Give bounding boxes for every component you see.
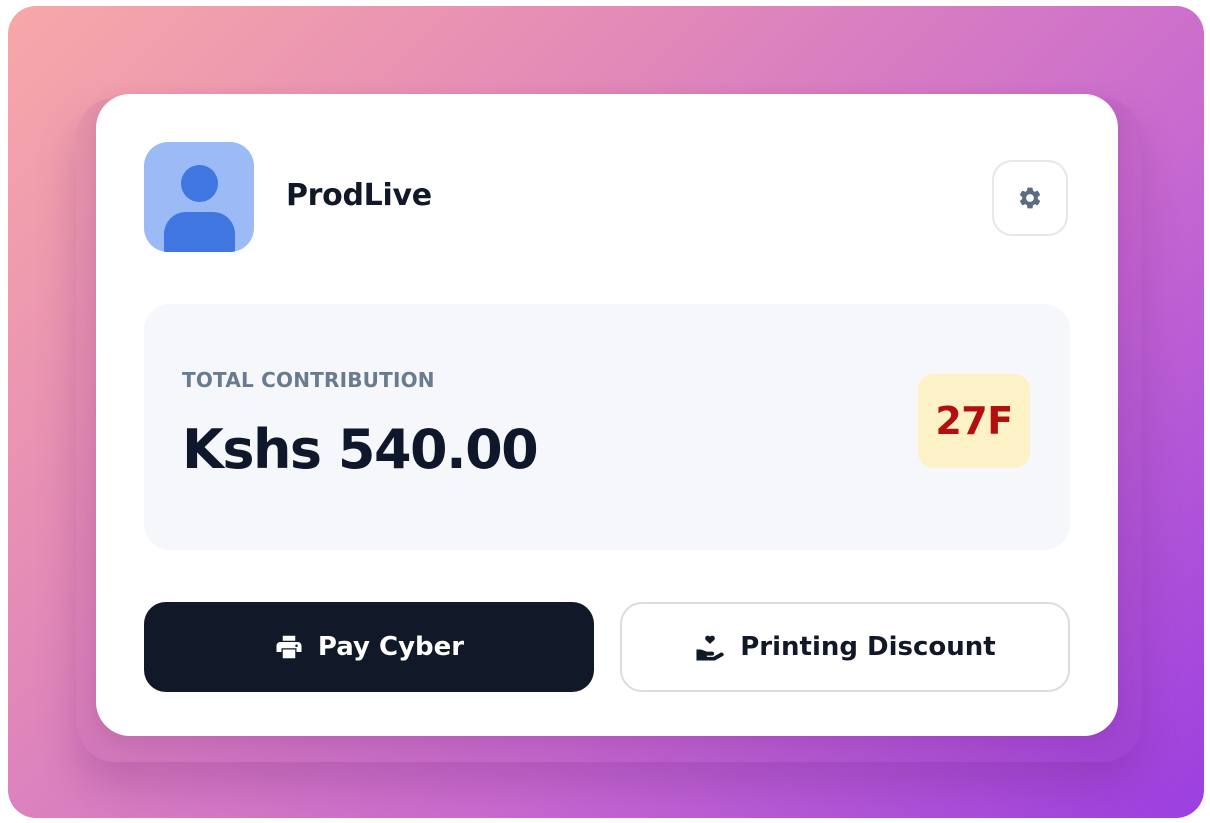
gear-icon bbox=[1017, 185, 1043, 211]
settings-button[interactable] bbox=[992, 160, 1068, 236]
user-avatar-icon bbox=[144, 142, 254, 252]
printing-discount-label: Printing Discount bbox=[740, 632, 996, 662]
contribution-label: TOTAL CONTRIBUTION bbox=[182, 368, 435, 392]
hand-heart-icon bbox=[694, 632, 726, 662]
profile-name: ProdLive bbox=[286, 178, 432, 213]
contribution-summary: TOTAL CONTRIBUTION Kshs 540.00 27F bbox=[144, 304, 1070, 550]
printer-icon bbox=[274, 632, 304, 662]
pay-cyber-label: Pay Cyber bbox=[317, 632, 465, 662]
printing-discount-button[interactable]: Printing Discount bbox=[620, 602, 1070, 692]
avatar-body bbox=[164, 212, 235, 252]
background-frame: ProdLive TOTAL CONTRIBUTION Kshs 540.00 … bbox=[8, 6, 1204, 818]
contribution-amount: Kshs 540.00 bbox=[182, 418, 539, 481]
avatar-head bbox=[181, 165, 218, 202]
code-badge: 27F bbox=[918, 374, 1030, 468]
profile-card: ProdLive TOTAL CONTRIBUTION Kshs 540.00 … bbox=[96, 94, 1118, 736]
pay-cyber-button[interactable]: Pay Cyber bbox=[144, 602, 594, 692]
